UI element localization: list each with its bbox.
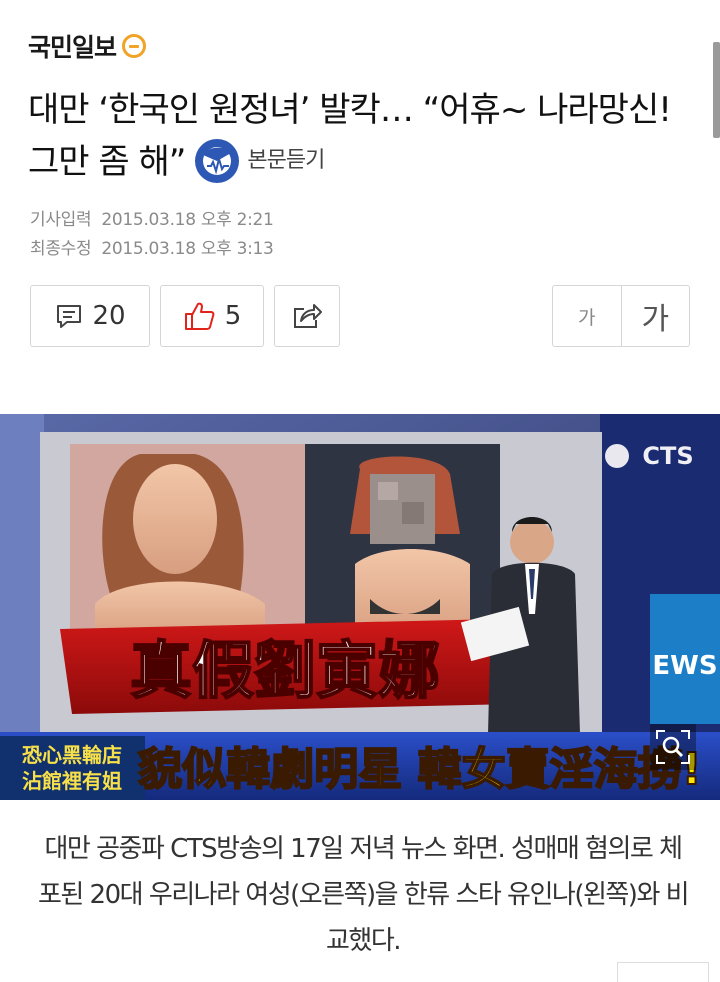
brand-name: 국민일보 bbox=[28, 33, 117, 62]
side-text: EWS bbox=[652, 651, 717, 681]
font-size-control: 가 가 bbox=[552, 285, 690, 347]
published-value: 2015.03.18 오후 2:21 bbox=[101, 210, 274, 230]
like-button[interactable]: 5 bbox=[160, 285, 264, 347]
article-photo[interactable]: 真假劉寅娜 CTS EWS 恐心黑輪店 沾館裡有姐 貌似韓劇明星 韓女賣淫海撈! bbox=[0, 414, 720, 800]
photo-caption: 대만 공중파 CTS방송의 17일 저녁 뉴스 화면. 성매매 혐의로 체포된 … bbox=[37, 834, 690, 956]
kukmin-logo-icon bbox=[122, 34, 147, 58]
face-soundwave-icon bbox=[195, 138, 240, 183]
photo-zoom-button[interactable] bbox=[650, 724, 696, 770]
listen-label: 본문듣기 bbox=[247, 147, 325, 173]
listen-button[interactable]: 본문듣기 bbox=[195, 135, 325, 187]
share-button[interactable] bbox=[274, 285, 340, 347]
comment-icon bbox=[57, 305, 82, 328]
channel-logo: CTS bbox=[642, 442, 693, 470]
article-headline: 대만 ‘한국인 원정녀’ 발칵… “어휴~ 나라망신! 그만 좀 해” 본문듣기 bbox=[28, 84, 698, 190]
graphic-title: 真假劉寅娜 bbox=[130, 634, 440, 707]
comment-count: 20 bbox=[92, 301, 126, 331]
ticker-left-line1: 恐心黑輪店 bbox=[22, 743, 122, 767]
modified-label: 최종수정 bbox=[30, 239, 92, 259]
share-icon bbox=[294, 304, 322, 328]
ticker-left-line2: 沾館裡有姐 bbox=[22, 769, 122, 793]
thumbs-up-icon bbox=[184, 302, 215, 330]
ticker-main: 貌似韓劇明星 韓女賣淫海撈! bbox=[138, 744, 701, 795]
font-size-large-button[interactable]: 가 bbox=[622, 286, 690, 346]
comment-button[interactable]: 20 bbox=[30, 285, 150, 347]
headline-text: 대만 ‘한국인 원정녀’ 발칵… “어휴~ 나라망신! 그만 좀 해” bbox=[28, 90, 672, 182]
brand-header[interactable]: 국민일보 bbox=[28, 28, 147, 64]
modified-value: 2015.03.18 오후 3:13 bbox=[101, 239, 274, 259]
page-scrollbar[interactable] bbox=[713, 42, 720, 138]
modified-date: 최종수정 2015.03.18 오후 3:13 bbox=[30, 234, 274, 259]
published-date: 기사입력 2015.03.18 오후 2:21 bbox=[30, 205, 274, 230]
font-size-small-button[interactable]: 가 bbox=[553, 286, 622, 346]
bottom-panel-edge bbox=[617, 962, 709, 982]
like-count: 5 bbox=[224, 301, 242, 331]
magnifier-zoom-icon bbox=[656, 730, 690, 764]
published-label: 기사입력 bbox=[30, 210, 92, 230]
